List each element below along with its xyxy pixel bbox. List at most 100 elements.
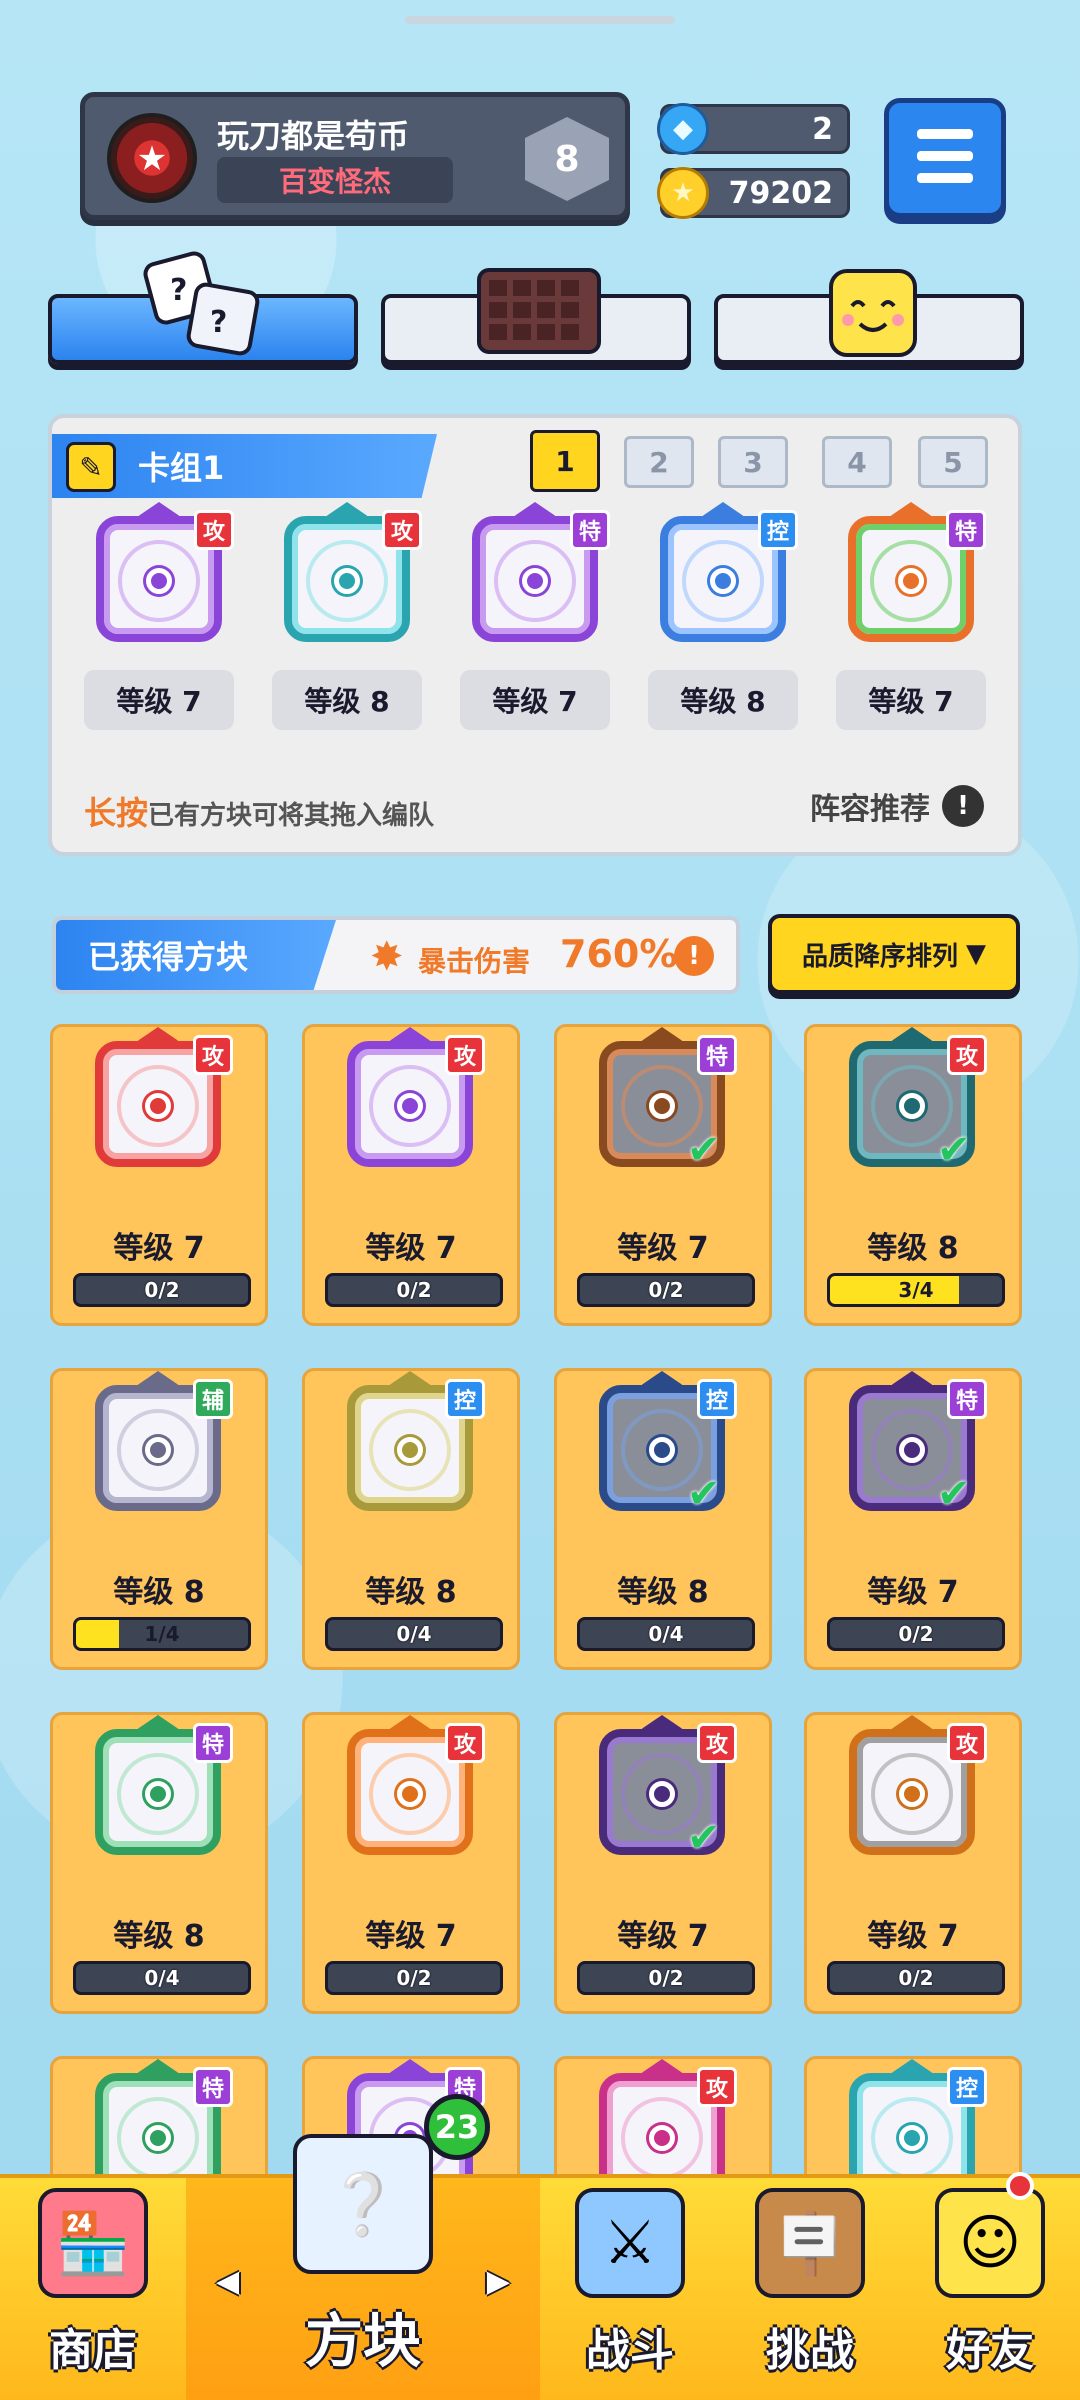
coin-counter[interactable]: ★ 79202 [657,167,850,219]
dice-tile[interactable]: 特 ✔ 等级 7 0/2 [804,1368,1022,1670]
menu-button[interactable] [884,98,1006,218]
deck-slot-2[interactable]: 2 [624,436,694,488]
upgrade-progress-bar: 0/2 [827,1617,1005,1651]
dice-face: 特 [83,1715,233,1865]
dice-level: 等级 7 [113,1231,205,1266]
dice-face: 攻 [837,1715,987,1865]
dice-pip [145,2125,171,2151]
player-title: 百变怪杰 [217,157,453,203]
deck-slot-3[interactable]: 3 [718,436,788,488]
dice-type-tag: 特 [570,510,610,550]
check-icon: ✔ [687,1815,721,1861]
dice-face: 攻 ✔ [587,1715,737,1865]
deck-card-level: 等级 8 [648,670,798,730]
home-indicator [405,16,675,24]
dice-type-tag: 控 [697,1379,737,1419]
tab-emote[interactable] [714,269,1024,364]
coin-icon: ★ [657,167,709,219]
dice-pip [145,1437,171,1463]
deck-slot-1[interactable]: 1 [530,430,600,492]
nav-dice-label: 方块 [304,2307,421,2375]
dice-face: 攻 [335,1715,485,1865]
deck-card[interactable]: 控等级 8 [648,502,798,730]
progress-text: 0/2 [648,1966,684,1990]
friend-character-icon: ☺ [935,2188,1045,2298]
deck-card[interactable]: 攻等级 7 [84,502,234,730]
check-icon: ✔ [937,1127,971,1173]
avatar[interactable]: ★ [107,113,197,203]
dice-level: 等级 7 [365,1919,457,1954]
nav-shop[interactable]: 🏪 商店 [0,2178,186,2400]
progress-text: 1/4 [144,1622,180,1646]
dice-face: 控 ✔ [587,1371,737,1521]
tab-board[interactable] [381,268,691,364]
dice-face: 攻 [272,502,422,652]
dice-type-tag: 辅 [193,1379,233,1419]
gem-count: 2 [812,111,833,147]
nav-battle[interactable]: ⚔ 战斗 [540,2178,720,2400]
nav-challenge[interactable]: 🪧 挑战 [720,2178,900,2400]
dice-tile[interactable]: 控等级 8 0/4 [302,1368,520,1670]
crit-info-icon[interactable]: ! [674,936,714,976]
dice-tile[interactable]: 特 ✔ 等级 7 0/2 [554,1024,772,1326]
gem-counter[interactable]: ◆ 2 [657,103,850,155]
nav-friends[interactable]: ☺ 好友 [900,2178,1080,2400]
dice-tile[interactable]: 攻等级 7 0/2 [804,1712,1022,2014]
dice-tile[interactable]: 辅等级 8 1/4 [50,1368,268,1670]
dice-icon: ? ? [140,248,270,358]
deck-card[interactable]: 特等级 7 [460,502,610,730]
dice-face: 攻 [335,1027,485,1177]
dice-pip [899,1437,925,1463]
dice-tile[interactable]: 攻等级 7 0/2 [302,1024,520,1326]
dice-tile[interactable]: 攻等级 7 0/2 [50,1024,268,1326]
svg-text:?: ? [170,273,187,308]
dice-pip [899,1781,925,1807]
deck-slot-4[interactable]: 4 [822,436,892,488]
dice-type-tag: 控 [445,1379,485,1419]
dice-tile[interactable]: 控 ✔ 等级 8 0/4 [554,1368,772,1670]
progress-text: 0/2 [898,1966,934,1990]
deck-name: 卡组1 [138,449,225,487]
dice-type-tag: 控 [758,510,798,550]
dice-pip [334,568,360,594]
sword-shield-icon: ⚔ [575,2188,685,2298]
nav-battle-label: 战斗 [586,2325,674,2376]
check-icon: ✔ [937,1471,971,1517]
dice-tile[interactable]: 特等级 8 0/4 [50,1712,268,2014]
upgrade-progress-bar: 0/2 [73,1273,251,1307]
deck-card[interactable]: 攻等级 8 [272,502,422,730]
deck-card-level: 等级 7 [84,670,234,730]
dice-level: 等级 8 [867,1231,959,1266]
deck-card-level: 等级 7 [836,670,986,730]
dice-pip [146,568,172,594]
tab-dice[interactable]: ? ? [48,251,358,364]
deck-card[interactable]: 特等级 7 [836,502,986,730]
deck-label[interactable]: ✎ 卡组1 [52,434,437,498]
dice-pip [898,568,924,594]
dice-tile[interactable]: 攻 ✔ 等级 7 0/2 [554,1712,772,2014]
edit-icon[interactable]: ✎ [66,442,116,492]
info-icon[interactable]: ! [942,785,984,827]
dice-pip [649,1781,675,1807]
crit-burst-icon: ✸ [370,934,404,980]
lineup-recommend-button[interactable]: 阵容推荐 ! [810,784,984,828]
dice-tile[interactable]: 攻等级 7 0/2 [302,1712,520,2014]
nav-challenge-label: 挑战 [766,2325,854,2376]
deck-slot-5[interactable]: 5 [918,436,988,488]
signboard-icon: 🪧 [755,2188,865,2298]
player-name: 玩刀都是苟币 [217,117,410,155]
nav-friends-label: 好友 [946,2325,1034,2376]
upgrade-progress-bar: 0/2 [325,1961,503,1995]
check-icon: ✔ [687,1471,721,1517]
upgrade-progress-bar: 0/4 [325,1617,503,1651]
rank-badge: 8 [525,117,609,201]
dice-tile[interactable]: 攻 ✔ 等级 8 3/4 [804,1024,1022,1326]
sort-dropdown[interactable]: 品质降序排列 ▼ [768,914,1020,994]
upgrade-progress-bar: 1/4 [73,1617,251,1651]
progress-text: 0/2 [648,1278,684,1302]
dice-face: 特 ✔ [837,1371,987,1521]
player-profile-panel[interactable]: ★ 玩刀都是苟币 百变怪杰 8 [80,92,630,220]
nav-dice[interactable]: ❔ ◀ ▶ 方块 [186,2134,540,2400]
drag-hint: 长按已有方块可将其拖入编队 [84,788,434,834]
dice-face: 特 ✔ [587,1027,737,1177]
